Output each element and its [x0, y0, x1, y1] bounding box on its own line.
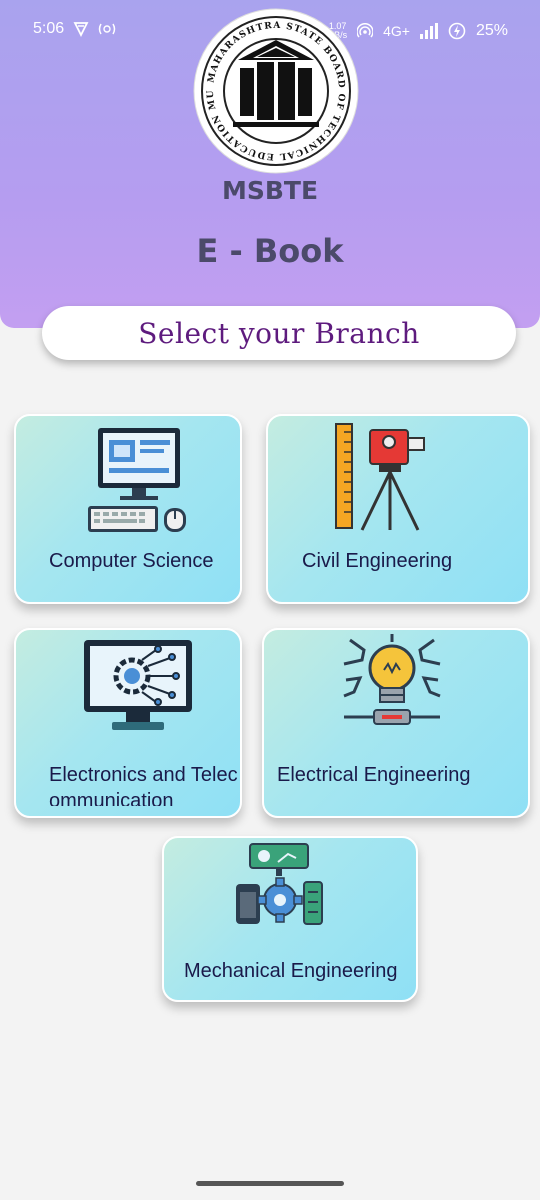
- branch-card-electronics-telecommunication[interactable]: Electronics and Telecommunication: [14, 628, 242, 818]
- lightbulb-icon: [343, 634, 441, 725]
- branch-label: Mechanical Engineering: [184, 960, 398, 982]
- battery-level: 25%: [475, 22, 508, 39]
- branch-card-mechanical-engineering[interactable]: Mechanical Engineering: [162, 836, 418, 1002]
- gears-icon: [236, 843, 323, 925]
- vpn-icon: [73, 22, 89, 37]
- computer-icon: [88, 428, 186, 532]
- header-banner: 5:06 Vo LTE 1.07 KB/s: [0, 0, 540, 328]
- app-subtitle: E - Book: [196, 232, 344, 270]
- network-type: 4G+: [383, 23, 410, 39]
- select-branch-banner: Select your Branch: [42, 306, 516, 360]
- signal-icon: [419, 23, 438, 39]
- branch-card-civil-engineering[interactable]: Civil Engineering: [266, 414, 530, 604]
- nfc-icon: [98, 23, 116, 35]
- msbte-logo: MAHARASHTRA STATE BOARD OF TECHNICAL EDU…: [193, 8, 359, 174]
- branch-label: Civil Engineering: [302, 550, 453, 572]
- branch-card-electrical-engineering[interactable]: Electrical Engineering: [262, 628, 530, 818]
- branch-card-computer-science[interactable]: Computer Science: [14, 414, 242, 604]
- battery-icon: [448, 22, 466, 40]
- branch-label: Electrical Engineering: [277, 764, 471, 786]
- branch-label: Computer Science: [49, 550, 214, 572]
- home-indicator[interactable]: [196, 1181, 344, 1186]
- hotspot-icon: [357, 23, 374, 38]
- surveying-icon: [335, 423, 425, 531]
- status-time: 5:06: [33, 20, 65, 37]
- circuit-monitor-icon: [84, 640, 192, 730]
- app-name: MSBTE: [221, 176, 319, 205]
- branch-label: Electronics and Telecommunication: [49, 764, 238, 806]
